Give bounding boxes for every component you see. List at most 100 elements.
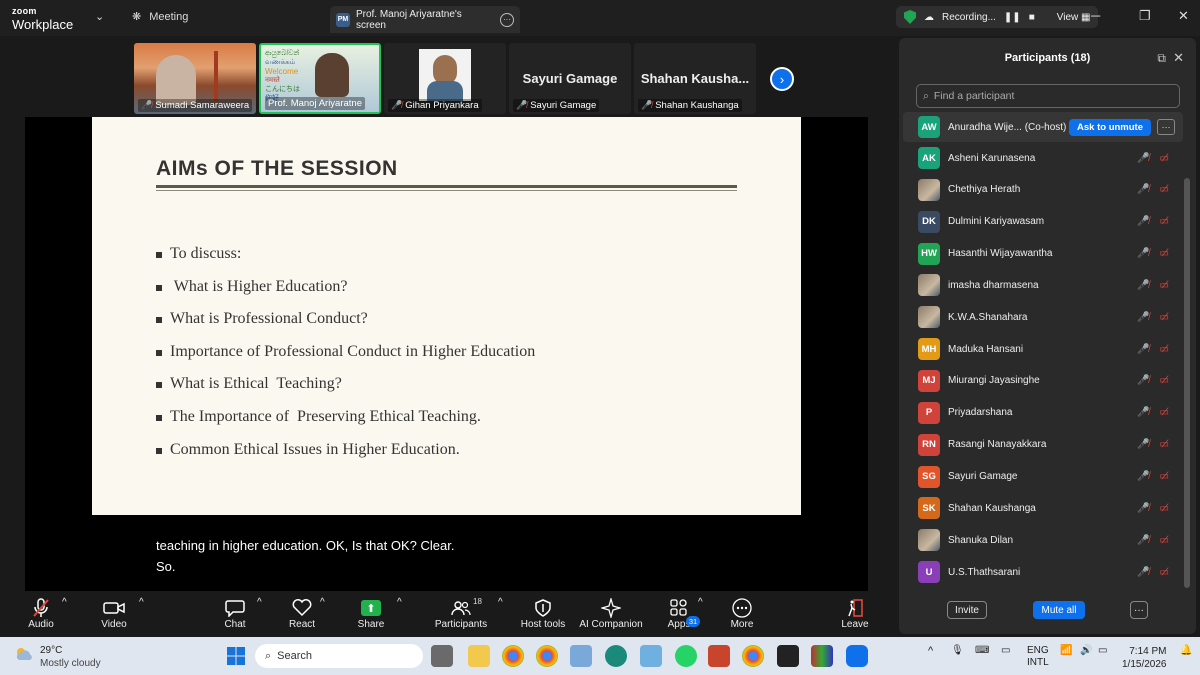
mic-muted-icon[interactable]: 🎤̸ (1137, 344, 1149, 355)
more-options-icon[interactable]: ··· (500, 12, 514, 27)
participant-row[interactable]: SK Shahan Kaushanga 🎤̸ ▭̸ (903, 493, 1183, 523)
participant-row[interactable]: Chethiya Herath 🎤̸ ▭̸ (903, 175, 1183, 205)
popout-icon[interactable]: ⧉ (1157, 51, 1166, 66)
participant-row[interactable]: AK Asheni Karunasena 🎤̸ ▭̸ (903, 143, 1183, 173)
ask-to-unmute-button[interactable]: Ask to unmute (1069, 118, 1151, 136)
wifi-icon[interactable]: 📶 (1060, 645, 1072, 656)
video-button[interactable]: Video (98, 597, 130, 630)
whatsapp-icon[interactable] (675, 645, 697, 667)
stop-recording-button[interactable]: ■ (1029, 12, 1035, 23)
windows-start-icon[interactable] (225, 645, 247, 667)
winrar-icon[interactable] (811, 645, 833, 667)
app-icon[interactable] (708, 645, 730, 667)
panel-more-button[interactable]: ··· (1130, 601, 1148, 619)
minimize-button[interactable]: ─ (1091, 8, 1100, 23)
video-off-icon[interactable]: ▭̸ (1160, 567, 1169, 578)
edge-icon[interactable] (605, 645, 627, 667)
mic-muted-icon[interactable]: 🎤̸ (1137, 471, 1149, 482)
participant-row[interactable]: MH Maduka Hansani 🎤̸ ▭̸ (903, 334, 1183, 364)
audio-options-caret[interactable]: ^ (62, 597, 67, 608)
mic-muted-icon[interactable]: 🎤̸ (1137, 567, 1149, 578)
chrome-profile-icon[interactable] (536, 645, 558, 667)
participant-row[interactable]: SG Sayuri Gamage 🎤̸ ▭̸ (903, 462, 1183, 492)
video-tile-active-speaker[interactable]: ආයුබෝවන් வணக்கம் Welcome नमस्ते こんにちは 你好 Prof… (259, 43, 381, 114)
video-options-caret[interactable]: ^ (139, 597, 144, 608)
leave-button[interactable]: Leave (840, 597, 870, 630)
participants-button[interactable]: Participants 18 (434, 597, 488, 630)
tab-shared-screen[interactable]: PM Prof. Manoj Ariyaratne's screen ··· (330, 6, 520, 33)
mic-muted-icon[interactable]: 🎤̸ (1137, 216, 1149, 227)
keyboard-icon[interactable]: ⌨ (975, 645, 989, 656)
video-off-icon[interactable]: ▭̸ (1160, 375, 1169, 386)
mic-muted-icon[interactable]: 🎤̸ (1137, 407, 1149, 418)
video-off-icon[interactable]: ▭̸ (1160, 216, 1169, 227)
mic-muted-icon[interactable]: 🎤̸ (1137, 248, 1149, 259)
mic-muted-icon[interactable]: 🎤̸ (1137, 503, 1149, 514)
participant-row[interactable]: RN Rasangi Nanayakkara 🎤̸ ▭̸ (903, 430, 1183, 460)
video-off-icon[interactable]: ▭̸ (1160, 503, 1169, 514)
task-view-icon[interactable] (431, 645, 453, 667)
chat-options-caret[interactable]: ^ (257, 597, 262, 608)
mic-muted-icon[interactable]: 🎤̸ (1137, 312, 1149, 323)
participant-row[interactable]: MJ Miurangi Jayasinghe 🎤̸ ▭̸ (903, 366, 1183, 396)
snipping-tool-icon[interactable] (640, 645, 662, 667)
video-tile[interactable]: Shahan Kausha... 🎤̸ Shahan Kaushanga (634, 43, 756, 114)
share-options-caret[interactable]: ^ (397, 597, 402, 608)
mic-muted-icon[interactable]: 🎤̸ (1137, 535, 1149, 546)
mic-muted-icon[interactable]: 🎤̸ (1137, 375, 1149, 386)
video-off-icon[interactable]: ▭̸ (1160, 312, 1169, 323)
mic-muted-icon[interactable]: 🎤̸ (1137, 153, 1149, 164)
participant-row[interactable]: U U.S.Thathsarani 🎤̸ ▭̸ (903, 557, 1183, 587)
restore-button[interactable]: ❐ (1139, 8, 1151, 24)
more-button[interactable]: More (729, 597, 755, 630)
participant-row[interactable]: DK Dulmini Kariyawasam 🎤̸ ▭̸ (903, 207, 1183, 237)
meeting-menu[interactable]: ❋ Meeting (132, 10, 188, 24)
volume-icon[interactable]: 🔊 (1080, 645, 1092, 656)
display-icon[interactable]: ▭ (1001, 645, 1010, 656)
chrome-user-icon[interactable] (742, 645, 764, 667)
chevron-up-icon[interactable]: ^ (928, 645, 933, 657)
video-off-icon[interactable]: ▭̸ (1160, 153, 1169, 164)
close-panel-button[interactable]: ✕ (1173, 50, 1184, 66)
video-off-icon[interactable]: ▭̸ (1160, 280, 1169, 291)
participant-row[interactable]: K.W.A.Shanahara 🎤̸ ▭̸ (903, 302, 1183, 332)
zoom-taskbar-icon[interactable] (846, 645, 868, 667)
participant-row[interactable]: HW Hasanthi Wijayawantha 🎤̸ ▭̸ (903, 239, 1183, 269)
notification-icon[interactable]: 🔔 (1180, 645, 1192, 656)
mute-all-button[interactable]: Mute all (1033, 601, 1085, 619)
participant-row[interactable]: imasha dharmasena 🎤̸ ▭̸ (903, 270, 1183, 300)
taskbar-search[interactable]: ⌕ Search (255, 644, 423, 668)
video-off-icon[interactable]: ▭̸ (1160, 535, 1169, 546)
participant-row[interactable]: P Priyadarshana 🎤̸ ▭̸ (903, 398, 1183, 428)
video-tile[interactable]: 🎤̸ Gihan Priyankara (384, 43, 506, 114)
apps-options-caret[interactable]: ^ (698, 597, 703, 608)
weather-widget[interactable]: 29°C Mostly cloudy (40, 644, 101, 670)
participant-row-cohost[interactable]: AW Anuradha Wije... (Co-host) Ask to unm… (903, 112, 1183, 142)
close-window-button[interactable]: ✕ (1178, 8, 1189, 24)
clock[interactable]: 7:14 PM 1/15/2026 (1122, 645, 1167, 671)
audio-button[interactable]: Audio (24, 597, 58, 630)
pause-recording-button[interactable]: ❚❚ (1004, 12, 1021, 23)
video-off-icon[interactable]: ▭̸ (1160, 248, 1169, 259)
capcut-icon[interactable] (777, 645, 799, 667)
video-off-icon[interactable]: ▭̸ (1160, 407, 1169, 418)
scrollbar[interactable] (1184, 178, 1190, 588)
mic-muted-icon[interactable]: 🎤̸ (1137, 184, 1149, 195)
video-tile[interactable]: 🎤̸ Sumadi Samaraweera (134, 43, 256, 114)
chevron-down-icon[interactable]: ⌄ (95, 10, 104, 23)
mic-muted-icon[interactable]: 🎤̸ (1137, 439, 1149, 450)
host-tools-button[interactable]: Host tools (520, 597, 566, 630)
participant-search[interactable]: ⌕ (916, 84, 1180, 108)
react-button[interactable]: React (287, 597, 317, 630)
mic-muted-icon[interactable]: 🎤̸ (1137, 280, 1149, 291)
chrome-icon[interactable] (502, 645, 524, 667)
view-button[interactable]: View ▦ (1057, 12, 1091, 23)
microphone-icon[interactable]: 🎙 (951, 645, 964, 656)
language-indicator[interactable]: ENG INTL (1027, 645, 1049, 669)
battery-icon[interactable]: ▭ (1098, 645, 1107, 656)
share-button[interactable]: ⬆ Share (356, 597, 386, 630)
calculator-icon[interactable] (570, 645, 592, 667)
next-page-button[interactable]: › (770, 67, 794, 91)
chat-button[interactable]: Chat (222, 597, 248, 630)
participant-row[interactable]: Shanuka Dilan 🎤̸ ▭̸ (903, 525, 1183, 555)
